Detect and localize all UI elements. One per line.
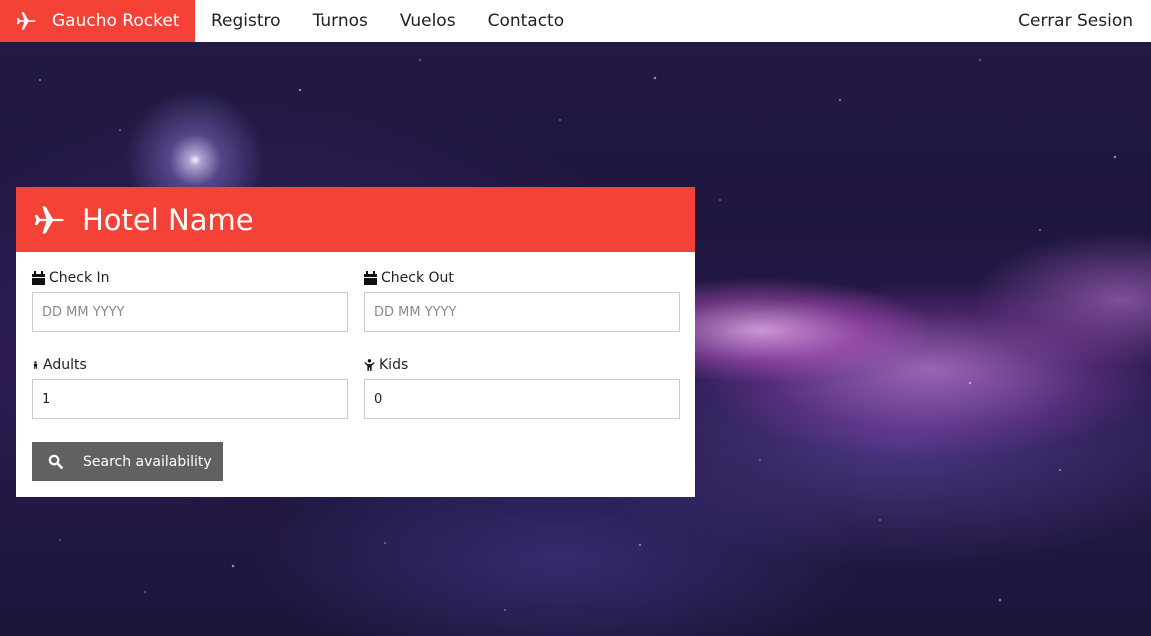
- child-icon: [364, 359, 375, 371]
- brand-link[interactable]: Gaucho Rocket: [0, 0, 195, 42]
- check-in-label: Check In: [32, 269, 348, 287]
- kids-input[interactable]: [364, 379, 680, 419]
- male-icon: [33, 361, 38, 369]
- search-icon: [48, 454, 63, 469]
- nav-link-contacto[interactable]: Contacto: [472, 0, 581, 42]
- kids-label-text: Kids: [379, 357, 409, 373]
- check-in-field: Check In: [32, 269, 348, 332]
- adults-label-text: Adults: [43, 357, 87, 373]
- adults-field: Adults: [32, 356, 348, 419]
- plane-icon: [34, 206, 64, 233]
- check-out-field: Check Out: [364, 269, 680, 332]
- nav-link-registro[interactable]: Registro: [195, 0, 297, 42]
- calendar-icon: [364, 271, 377, 285]
- nav-link-vuelos[interactable]: Vuelos: [384, 0, 472, 42]
- check-out-input[interactable]: [364, 292, 680, 332]
- adults-input[interactable]: [32, 379, 348, 419]
- plane-icon: [16, 12, 36, 30]
- check-in-label-text: Check In: [49, 270, 110, 286]
- search-availability-button[interactable]: Search availability: [32, 442, 223, 481]
- kids-field: Kids: [364, 356, 680, 419]
- brand-label: Gaucho Rocket: [52, 11, 180, 31]
- card-header: Hotel Name: [16, 187, 695, 252]
- check-out-label-text: Check Out: [381, 270, 454, 286]
- search-availability-label: Search availability: [83, 453, 212, 470]
- check-in-input[interactable]: [32, 292, 348, 332]
- logout-link[interactable]: Cerrar Sesion: [1018, 11, 1151, 31]
- adults-label: Adults: [32, 356, 348, 374]
- card-title: Hotel Name: [82, 202, 254, 237]
- nav-link-turnos[interactable]: Turnos: [297, 0, 384, 42]
- kids-label: Kids: [364, 356, 680, 374]
- check-out-label: Check Out: [364, 269, 680, 287]
- top-navbar: Gaucho Rocket Registro Turnos Vuelos Con…: [0, 0, 1151, 42]
- calendar-icon: [32, 271, 45, 285]
- hotel-booking-card: Hotel Name Check In DD MM YYYY Check Out…: [16, 187, 695, 497]
